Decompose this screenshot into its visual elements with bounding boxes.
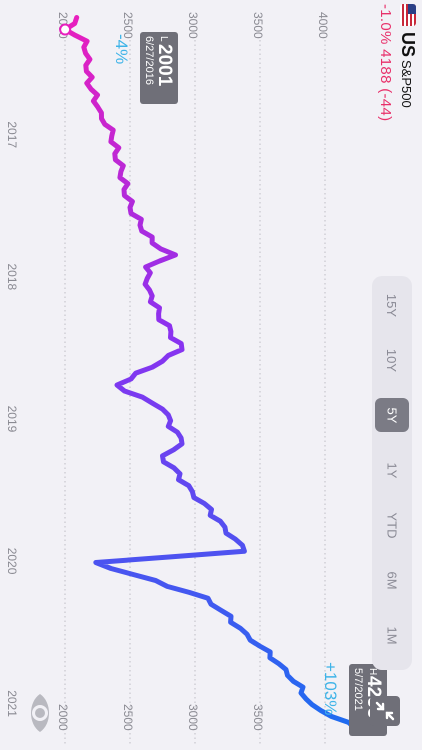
high-date: 5/7/2021 <box>352 668 364 711</box>
value-tick-label-bottom: 3500 <box>251 704 265 731</box>
year-tick-label: 2017 <box>5 121 19 148</box>
year-tick-label: 2020 <box>5 548 19 575</box>
range-5y-button[interactable]: 5Y <box>375 398 409 432</box>
fullscreen-button[interactable] <box>370 696 400 726</box>
range-15y-button[interactable]: 15Y <box>375 288 409 322</box>
range-6m-button[interactable]: 6M <box>375 563 409 597</box>
range-1m-button[interactable]: 1M <box>375 618 409 652</box>
low-date: 6/27/2016 <box>143 36 155 85</box>
low-prefix: L <box>158 36 169 42</box>
value-tick-label-top: 4000 <box>316 12 330 39</box>
value-tick-label-bottom: 3000 <box>186 704 200 731</box>
range-selector: 15Y 10Y 5Y 1Y YTD 6M 1M <box>372 276 412 670</box>
us-flag-icon <box>400 4 416 26</box>
low-tag: L 20016/27/2016 -4% <box>112 32 178 104</box>
price-change: -1.0% 4188 (-44) <box>377 4 394 122</box>
year-tick-label: 2019 <box>5 406 19 433</box>
value-tick-label-bottom: 2500 <box>121 704 135 731</box>
axis-ticks: 2000250030003500400020002500300035002017… <box>5 12 330 731</box>
year-tick-label: 2021 <box>5 690 19 717</box>
eye-icon <box>31 694 49 732</box>
low-percent: -4% <box>112 34 131 64</box>
header: US S&P500 -1.0% 4188 (-44) <box>340 4 418 164</box>
eye-toggle-button[interactable] <box>20 690 60 736</box>
index-name: S&P500 <box>399 60 414 108</box>
value-tick-label-top: 3500 <box>251 12 265 39</box>
high-percent: +103% <box>321 662 340 715</box>
range-ytd-button[interactable]: YTD <box>375 508 409 542</box>
year-tick-label: 2018 <box>5 263 19 290</box>
high-prefix: H <box>367 668 378 675</box>
value-tick-label-top: 3000 <box>186 12 200 39</box>
grid-lines <box>64 40 326 745</box>
low-marker <box>59 23 72 36</box>
ticker-symbol: US <box>398 32 418 58</box>
extreme-markers: L20016/27/2016-4%H42335/7/2021+103% <box>59 23 387 736</box>
low-value: 2001 <box>154 44 175 87</box>
range-10y-button[interactable]: 10Y <box>375 343 409 377</box>
price-line <box>62 15 358 731</box>
range-1y-button[interactable]: 1Y <box>375 453 409 487</box>
collapse-arrows-icon <box>375 701 395 721</box>
